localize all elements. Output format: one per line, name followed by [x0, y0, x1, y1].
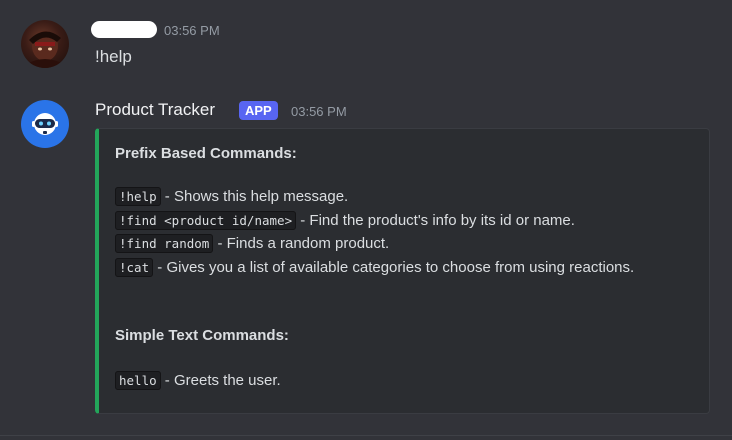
command-description: - Shows this help message.: [160, 188, 349, 205]
divider: [0, 435, 732, 436]
username-redacted[interactable]: [91, 21, 157, 38]
command-description: - Finds a random product.: [213, 235, 390, 252]
command-description: - Find the product's info by its id or n…: [296, 212, 575, 229]
help-embed: Prefix Based Commands: !help - Shows thi…: [95, 128, 710, 414]
bot-username[interactable]: Product Tracker: [95, 100, 215, 120]
app-badge: APP: [239, 101, 278, 120]
command-code: !find <product id/name>: [115, 211, 297, 230]
command-line: !find <product id/name> - Find the produ…: [115, 211, 575, 230]
command-code: hello: [115, 371, 161, 390]
bot-avatar[interactable]: [21, 100, 69, 148]
embed-heading-prefix: Prefix Based Commands:: [115, 145, 297, 162]
command-description: - Gives you a list of available categori…: [153, 259, 635, 276]
user-avatar[interactable]: [21, 20, 69, 68]
command-line: !find random - Finds a random product.: [115, 234, 390, 253]
command-description: - Greets the user.: [160, 372, 281, 389]
message-timestamp: 03:56 PM: [291, 104, 347, 119]
message-content: !help: [95, 47, 132, 66]
command-code: !cat: [115, 258, 154, 277]
command-line: hello - Greets the user.: [115, 371, 281, 390]
message-timestamp: 03:56 PM: [164, 23, 220, 38]
command-code: !find random: [115, 234, 214, 253]
user-avatar-image: [27, 31, 63, 68]
embed-heading-text: Simple Text Commands:: [115, 327, 289, 344]
command-line: !cat - Gives you a list of available cat…: [115, 258, 635, 277]
command-line: !help - Shows this help message.: [115, 187, 349, 206]
command-code: !help: [115, 187, 161, 206]
robot-icon: [32, 113, 58, 135]
